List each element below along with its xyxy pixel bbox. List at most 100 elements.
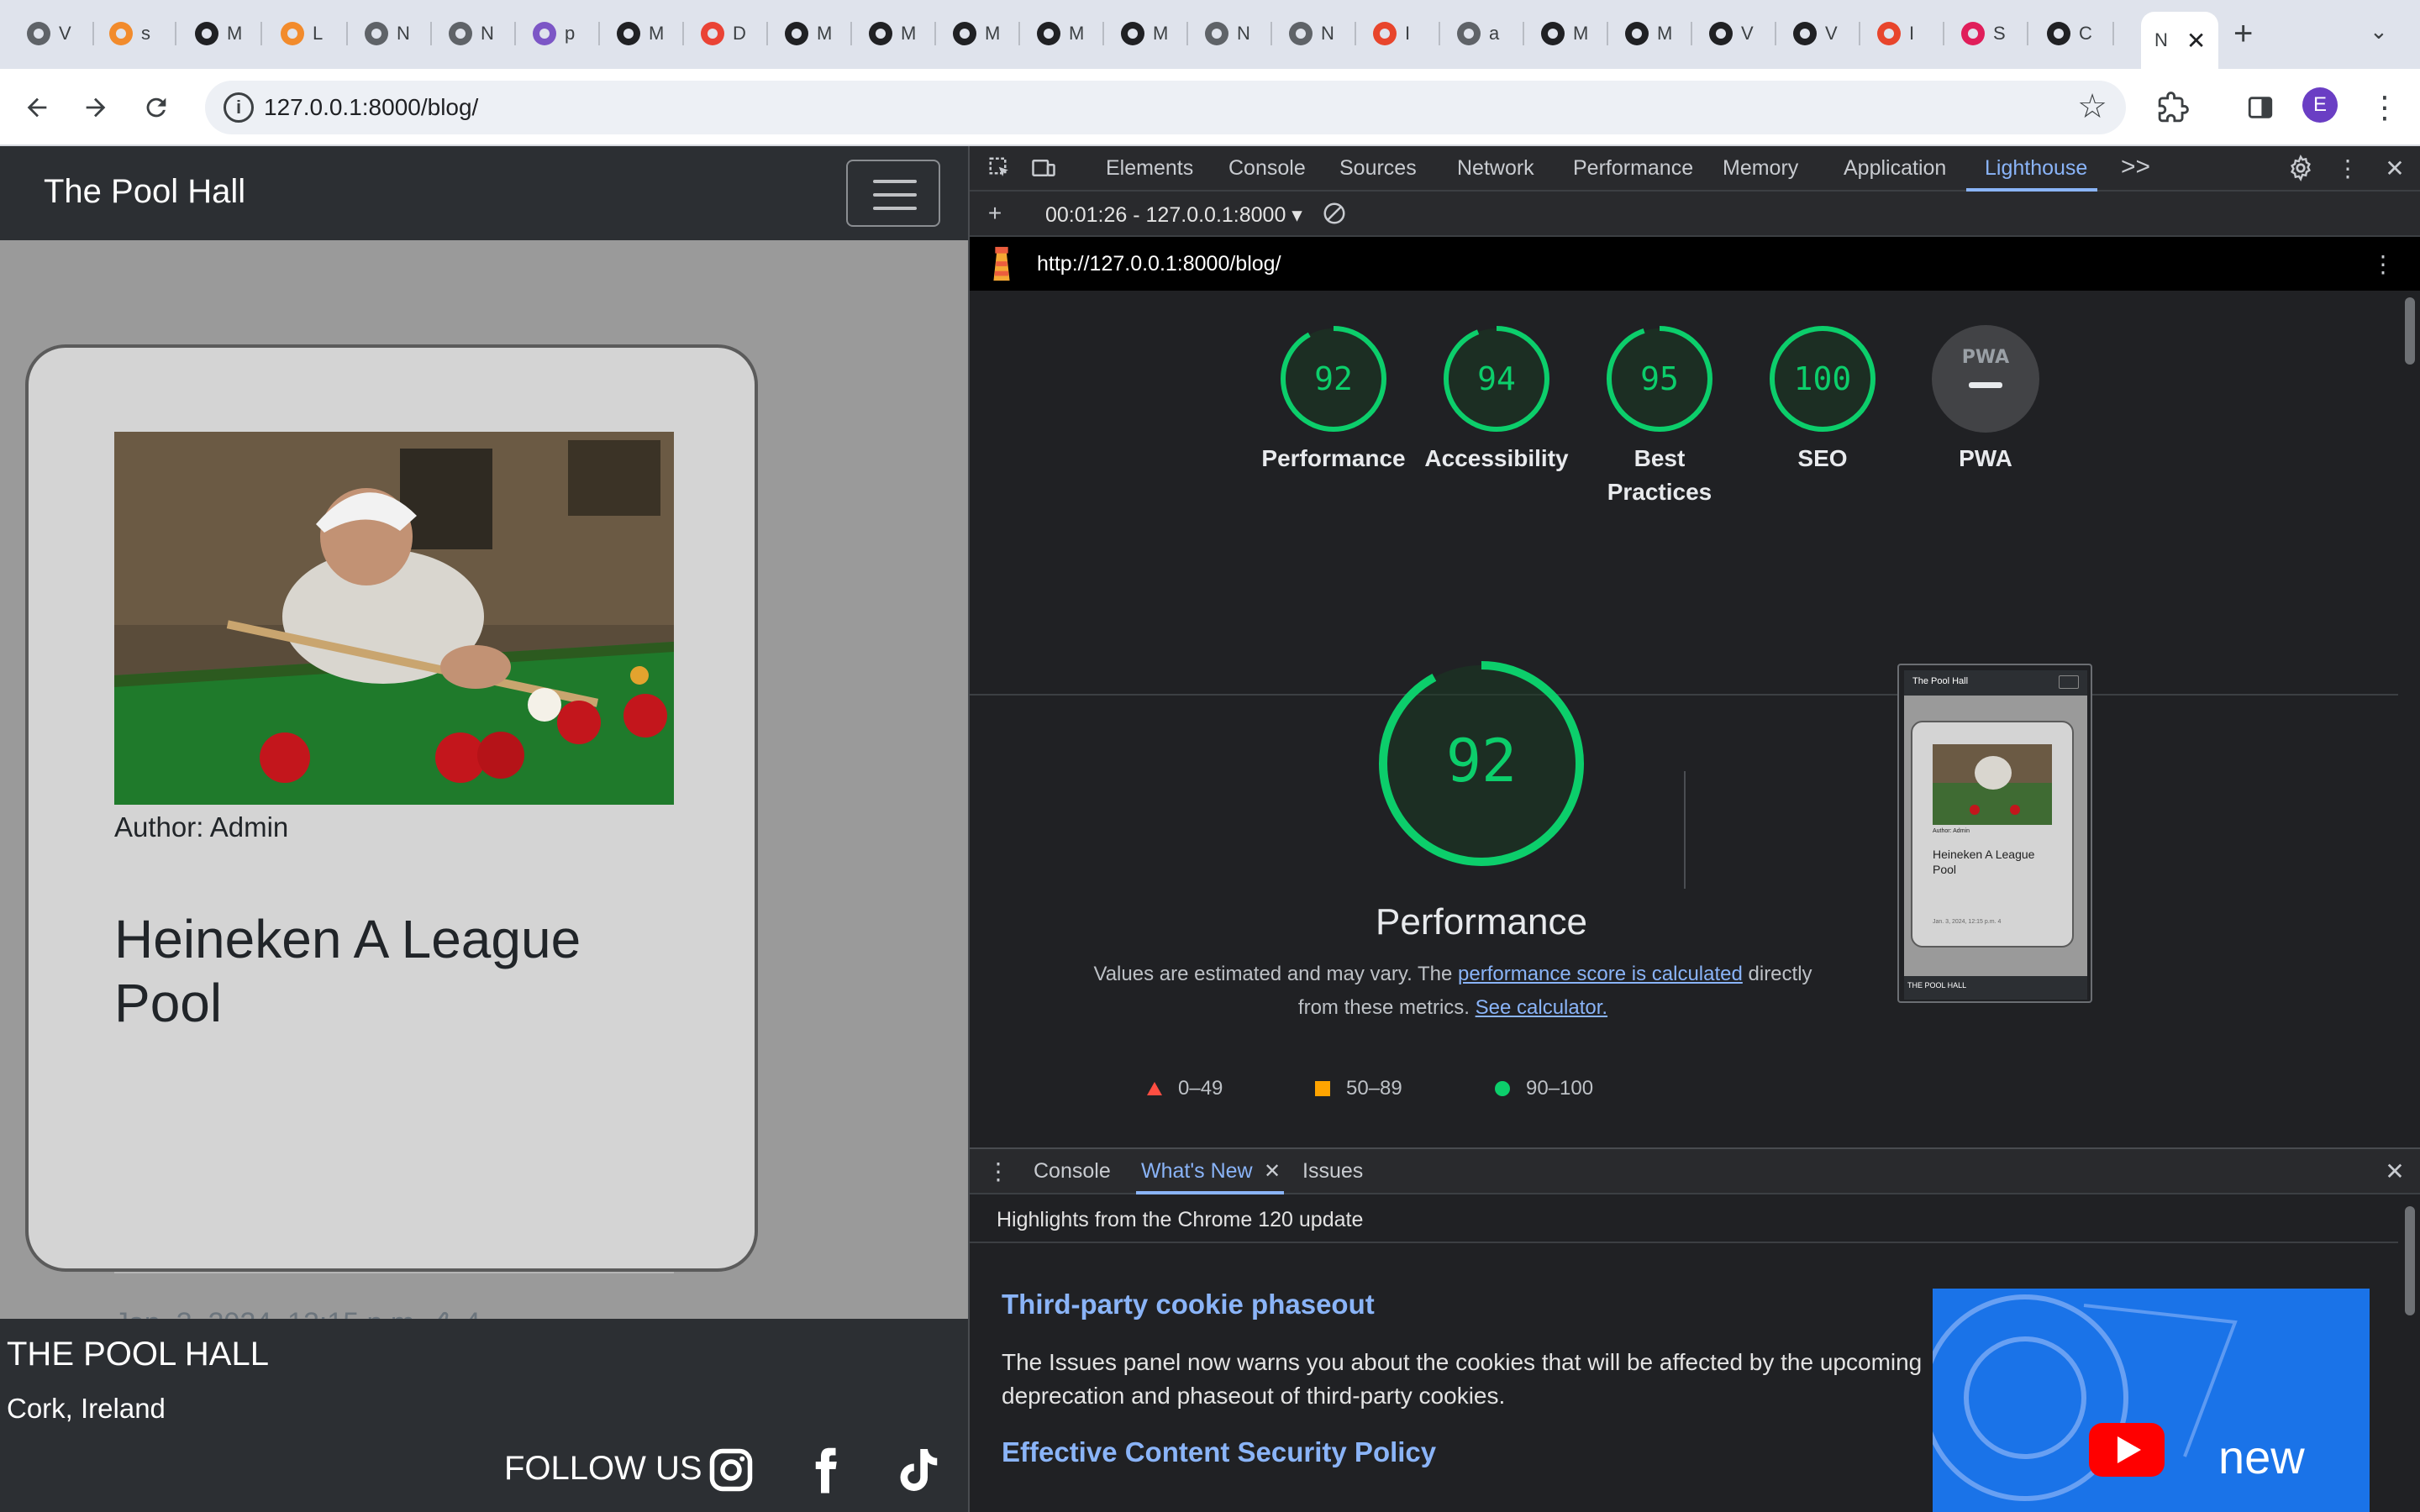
inspect-element-icon[interactable]	[986, 155, 1013, 181]
browser-tab[interactable]: M	[1023, 12, 1104, 55]
report-selector[interactable]: 00:01:26 - 127.0.0.1:8000 ▾	[1045, 202, 1302, 228]
browser-tab[interactable]: M	[855, 12, 936, 55]
tab-search-icon[interactable]: ⌄	[2370, 18, 2388, 45]
drawer-scroll-thumb[interactable]	[2405, 1206, 2415, 1315]
tab-title: p	[565, 23, 576, 44]
tab-title: M	[1573, 23, 1589, 44]
page-screenshot-thumbnail[interactable]: The Pool Hall Author: Admin Heineken A L…	[1897, 664, 2092, 1003]
performance-score-link[interactable]: performance score is calculated	[1458, 963, 1743, 985]
settings-gear-icon[interactable]	[2287, 155, 2314, 181]
address-bar[interactable]: i 127.0.0.1:8000/blog/ ☆	[205, 81, 2126, 134]
bookmark-star-icon[interactable]: ☆	[2077, 87, 2107, 126]
side-panel-icon[interactable]	[2240, 87, 2281, 128]
tiktok-icon[interactable]	[894, 1443, 944, 1497]
report-menu-icon[interactable]: ⋮	[2370, 250, 2396, 277]
github-icon	[195, 22, 218, 45]
score-gauge-pwa[interactable]: PWA PWA	[1904, 324, 2067, 475]
close-devtools-icon[interactable]: ✕	[2381, 155, 2408, 181]
browser-tab[interactable]: M	[771, 12, 852, 55]
browser-tab[interactable]: a	[1444, 12, 1524, 55]
extensions-icon[interactable]	[2153, 87, 2193, 128]
devtools-tab-memory[interactable]: Memory	[1723, 156, 1798, 181]
whats-new-item-title[interactable]: Effective Content Security Policy	[1002, 1436, 1436, 1468]
score-gauge-performance[interactable]: 92 Performance	[1252, 324, 1415, 475]
browser-tab[interactable]: N	[1192, 12, 1272, 55]
browser-tab[interactable]: N	[435, 12, 516, 55]
browser-tab[interactable]: D	[687, 12, 768, 55]
devtools-tab-elements[interactable]: Elements	[1106, 156, 1193, 181]
new-report-icon[interactable]: +	[981, 200, 1008, 227]
browser-tab[interactable]: L	[267, 12, 348, 55]
clear-reports-icon[interactable]	[1321, 200, 1348, 227]
see-calculator-link[interactable]: See calculator.	[1476, 996, 1607, 1019]
menu-toggle-button[interactable]	[846, 160, 940, 227]
new-tab-button[interactable]: +	[2233, 15, 2253, 53]
whats-new-video-thumbnail[interactable]: new	[1933, 1289, 2370, 1512]
report-scroll-thumb[interactable]	[2405, 297, 2415, 365]
drawer-scrollbar[interactable]	[2398, 1194, 2420, 1512]
drawer-tab-whats-new[interactable]: What's New	[1141, 1159, 1253, 1184]
reload-button[interactable]	[134, 86, 178, 129]
devtools-tab-sources[interactable]: Sources	[1339, 156, 1417, 181]
close-drawer-icon[interactable]: ✕	[2381, 1158, 2408, 1184]
browser-tab[interactable]: V	[13, 12, 94, 55]
site-info-icon[interactable]: i	[224, 92, 254, 123]
tab-separator	[2027, 22, 2028, 45]
devtools-tab-network[interactable]: Network	[1457, 156, 1534, 181]
devtools-tab-performance[interactable]: Performance	[1573, 156, 1693, 181]
post-title[interactable]: Heineken A League Pool	[114, 907, 635, 1035]
score-gauge-best-practices[interactable]: 95 Best Practices	[1578, 324, 1741, 509]
devtools-tab-application[interactable]: Application	[1844, 156, 1946, 181]
profile-avatar[interactable]: E	[2302, 87, 2338, 123]
svg-text:PWA: PWA	[1962, 347, 2009, 368]
instagram-icon[interactable]	[706, 1443, 756, 1497]
browser-menu-icon[interactable]: ⋮	[2365, 87, 2405, 128]
browser-tab[interactable]: I	[1864, 12, 1944, 55]
browser-tab[interactable]: M	[1107, 12, 1188, 55]
browser-tab[interactable]: C	[2033, 12, 2114, 55]
score-gauge-accessibility[interactable]: 94 Accessibility	[1415, 324, 1578, 475]
chrome-icon	[449, 22, 472, 45]
browser-tab[interactable]: N	[351, 12, 432, 55]
whats-new-item-title[interactable]: Third-party cookie phaseout	[1002, 1289, 1375, 1320]
devtools-tab-console[interactable]: Console	[1228, 156, 1306, 181]
browser-tab[interactable]: M	[1528, 12, 1608, 55]
post-image[interactable]	[114, 432, 674, 805]
post-card[interactable]: Author: Admin Heineken A League Pool Jan…	[25, 344, 758, 1339]
tab-separator	[1775, 22, 1776, 45]
report-scrollbar[interactable]	[2398, 291, 2420, 954]
svg-text:95: 95	[1640, 360, 1679, 397]
drawer-tab-issues[interactable]: Issues	[1302, 1159, 1363, 1184]
more-tabs-button[interactable]: >>	[2121, 153, 2150, 181]
score-gauge-seo[interactable]: 100 SEO	[1741, 324, 1904, 475]
devtools-tab-lighthouse[interactable]: Lighthouse	[1985, 156, 2087, 181]
browser-tab[interactable]: M	[939, 12, 1020, 55]
tab-separator	[1018, 22, 1020, 45]
browser-tab[interactable]: S	[1948, 12, 2028, 55]
footer-location: Cork, Ireland	[7, 1393, 166, 1424]
drawer-tab-console[interactable]: Console	[1034, 1159, 1111, 1184]
facebook-icon[interactable]	[800, 1443, 850, 1497]
browser-tab[interactable]: s	[96, 12, 176, 55]
github-icon	[1709, 22, 1733, 45]
drawer-menu-icon[interactable]: ⋮	[985, 1158, 1012, 1184]
devtools-menu-icon[interactable]: ⋮	[2334, 155, 2361, 181]
browser-tab[interactable]: M	[603, 12, 684, 55]
browser-tab[interactable]: I	[1360, 12, 1440, 55]
site-brand[interactable]: The Pool Hall	[44, 173, 245, 211]
browser-tab[interactable]: M	[1612, 12, 1692, 55]
close-whats-new-icon[interactable]: ✕	[1264, 1159, 1281, 1184]
back-button[interactable]	[15, 86, 59, 129]
browser-tab[interactable]: M	[182, 12, 262, 55]
forward-button[interactable]	[74, 86, 118, 129]
url-text[interactable]: 127.0.0.1:8000/blog/	[264, 94, 478, 121]
device-toolbar-icon[interactable]	[1030, 155, 1057, 181]
chrome-icon	[365, 22, 388, 45]
maze-icon	[1793, 22, 1817, 45]
close-tab-icon[interactable]: ✕	[2186, 27, 2206, 55]
browser-tab[interactable]: p	[519, 12, 600, 55]
browser-tab[interactable]: V	[1780, 12, 1860, 55]
browser-tab[interactable]: V	[1696, 12, 1776, 55]
browser-tab[interactable]: N	[1276, 12, 1356, 55]
active-tab[interactable]: N ✕	[2141, 12, 2218, 69]
